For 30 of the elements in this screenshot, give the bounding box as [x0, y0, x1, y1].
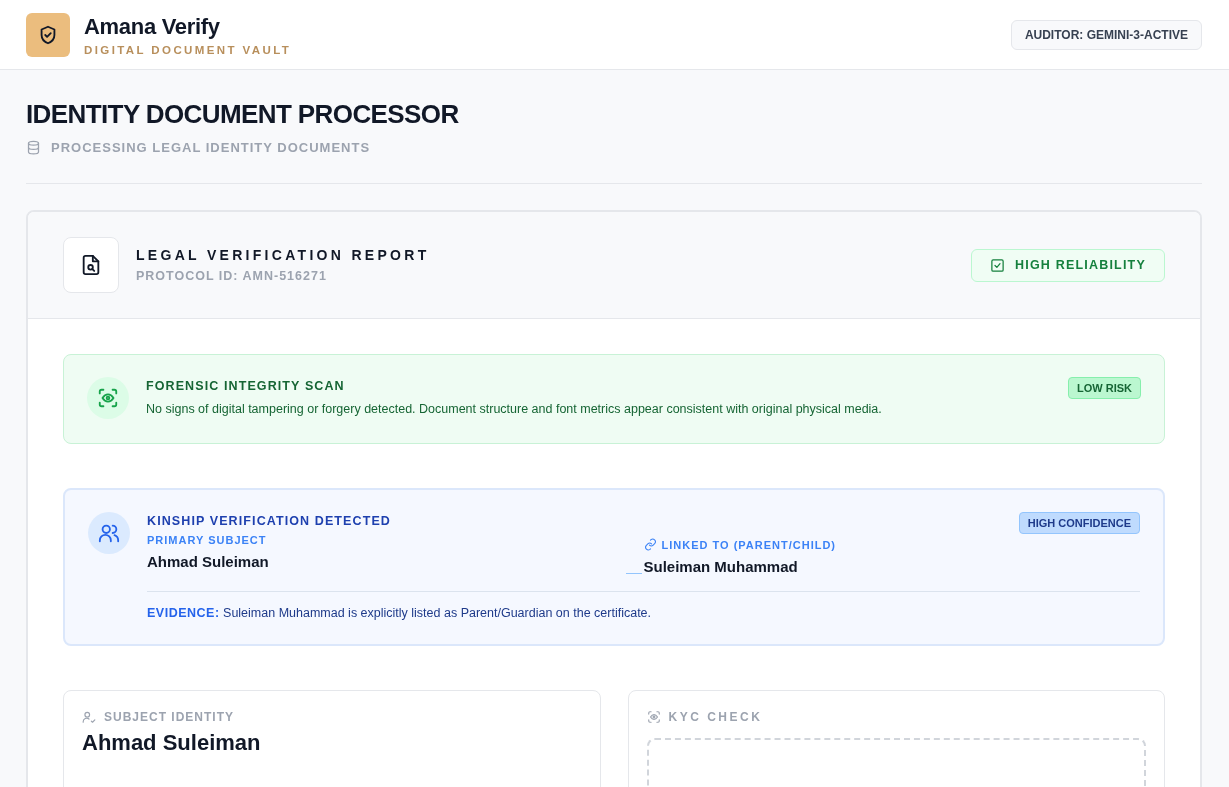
evidence-text: EVIDENCE: Suleiman Muhammad is explicitly listed as Parent/Guardian on the certificate. [147, 591, 1140, 620]
page-subtitle: PROCESSING LEGAL IDENTITY DOCUMENTS [51, 140, 371, 155]
document-search-icon [80, 254, 102, 276]
section-label: KYC CHECK [668, 710, 763, 724]
users-icon [98, 522, 120, 544]
report-title: LEGAL VERIFICATION REPORT [136, 247, 431, 263]
user-check-icon [82, 710, 96, 724]
forensic-title: FORENSIC INTEGRITY SCAN [146, 379, 346, 393]
checkbox-icon [990, 257, 1005, 273]
primary-subject-label: PRIMARY SUBJECT [147, 534, 268, 546]
section-label: SUBJECT IDENTITY [104, 710, 234, 724]
eye-scan-icon [97, 387, 119, 409]
kinship-title: KINSHIP VERIFICATION DETECTED [147, 514, 391, 528]
forensic-description: No signs of digital tampering or forgery detected. Document structure and font metrics appear consistent with original physical media. [146, 402, 883, 416]
risk-badge: LOW RISK [1068, 377, 1141, 399]
subject-name: Ahmad Suleiman [82, 730, 262, 756]
linked-name: Suleiman Muhammad [643, 558, 799, 575]
protocol-id: PROTOCOL ID: AMN-516271 [136, 269, 328, 283]
primary-subject-name: Ahmad Suleiman [147, 553, 270, 570]
eye-scan-icon [646, 710, 661, 724]
app-tagline: DIGITAL DOCUMENT VAULT [84, 43, 293, 56]
page-title: IDENTITY DOCUMENT PROCESSOR [26, 98, 460, 130]
link-icon [643, 538, 657, 551]
auditor-badge: AUDITOR: GEMINI-3-ACTIVE [1010, 19, 1202, 50]
connector-line [625, 573, 642, 574]
reliability-label: HIGH RELIABILITY [1015, 258, 1146, 272]
app-name: Amana Verify [84, 13, 221, 40]
linked-label: LINKED TO (PARENT/CHILD) [661, 538, 837, 551]
confidence-badge: HIGH CONFIDENCE [1018, 512, 1140, 534]
database-icon [26, 140, 41, 155]
